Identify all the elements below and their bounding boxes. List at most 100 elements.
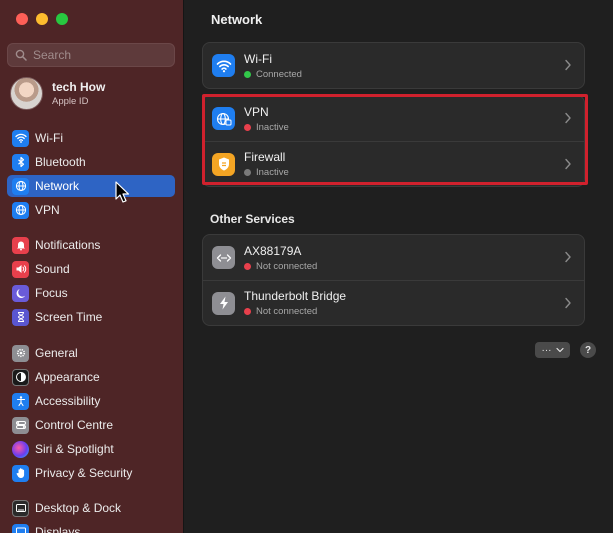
moon-icon: [12, 284, 29, 302]
vpn-firewall-card: VPN Inactive Firewall Inactive: [202, 95, 585, 187]
sidebar-item-label: Displays: [35, 525, 81, 533]
thunderbolt-icon: [212, 291, 235, 315]
more-actions-button[interactable]: ···: [535, 342, 570, 358]
sidebar-item-appearance[interactable]: Appearance: [7, 366, 175, 388]
avatar: [10, 77, 43, 110]
sidebar-item-label: General: [35, 346, 78, 360]
sidebar-item-label: Network: [35, 179, 80, 193]
other-services-heading: Other Services: [210, 212, 295, 226]
service-name: VPN: [244, 104, 269, 119]
chevron-down-icon: [555, 347, 564, 353]
sidebar-item-label: Privacy & Security: [35, 466, 133, 480]
globe-icon: [12, 177, 29, 195]
service-row-firewall[interactable]: Firewall Inactive: [203, 141, 584, 186]
hand-icon: [12, 464, 29, 482]
sidebar-item-privacy-security[interactable]: Privacy & Security: [7, 462, 175, 484]
firewall-icon: [212, 152, 235, 176]
account-name: tech How: [52, 80, 106, 94]
status-dot: [244, 70, 251, 78]
sidebar-item-label: Control Centre: [35, 418, 114, 432]
search-input[interactable]: [33, 48, 173, 62]
chevron-right-icon: [565, 158, 571, 170]
minimize-window-button[interactable]: [36, 13, 48, 25]
sidebar-item-label: Siri & Spotlight: [35, 442, 114, 456]
globe-icon: [12, 201, 29, 219]
sidebar-item-vpn[interactable]: VPN: [7, 199, 175, 221]
service-name: Thunderbolt Bridge: [244, 289, 347, 303]
chevron-right-icon: [565, 112, 571, 124]
service-name: AX88179A: [244, 243, 302, 258]
service-status: Inactive: [256, 167, 289, 178]
chevron-right-icon: [565, 59, 571, 71]
status-dot: [244, 262, 251, 270]
vpn-globe-icon: [212, 107, 235, 130]
sidebar-item-focus[interactable]: Focus: [7, 282, 175, 304]
sidebar-item-sound[interactable]: Sound: [7, 258, 175, 280]
search-box[interactable]: [7, 43, 175, 67]
search-icon: [15, 49, 27, 61]
sidebar-item-wifi[interactable]: Wi-Fi: [7, 127, 175, 149]
service-row-thunderbolt-bridge[interactable]: Thunderbolt Bridge Not connected: [203, 280, 584, 325]
sidebar-item-notifications[interactable]: Notifications: [7, 234, 175, 256]
wifi-card: Wi-Fi Connected: [202, 42, 585, 89]
sidebar-item-label: Wi-Fi: [35, 131, 63, 145]
sidebar-item-label: Appearance: [35, 370, 100, 384]
service-name: Firewall: [244, 150, 286, 164]
sidebar-item-screen-time[interactable]: Screen Time: [7, 306, 175, 328]
sidebar-item-desktop-dock[interactable]: Desktop & Dock: [7, 497, 175, 519]
sidebar-item-label: Accessibility: [35, 394, 101, 408]
service-status: Connected: [256, 68, 302, 80]
service-status: Not connected: [256, 306, 318, 317]
sidebar-item-bluetooth[interactable]: Bluetooth: [7, 151, 175, 173]
mouse-pointer-icon: [115, 181, 130, 203]
account-subtitle: Apple ID: [52, 96, 89, 107]
service-row-vpn[interactable]: VPN Inactive: [203, 96, 584, 141]
wifi-icon: [12, 129, 29, 147]
status-dot: [244, 169, 251, 176]
accessibility-icon: [12, 392, 29, 410]
help-button[interactable]: ?: [580, 342, 596, 358]
service-status: Inactive: [256, 121, 289, 133]
sidebar-item-label: Sound: [35, 262, 70, 276]
sidebar-item-general[interactable]: General: [7, 342, 175, 364]
service-row-wifi[interactable]: Wi-Fi Connected: [203, 43, 584, 88]
sidebar-item-label: Notifications: [35, 238, 101, 252]
maximize-window-button[interactable]: [56, 13, 68, 25]
more-actions-label: ···: [541, 344, 552, 356]
sidebar-item-label: Desktop & Dock: [35, 501, 122, 515]
sidebar-item-siri-spotlight[interactable]: Siri & Spotlight: [7, 438, 175, 460]
sidebar-item-displays[interactable]: Displays: [7, 521, 175, 533]
sidebar-item-label: Bluetooth: [35, 155, 86, 169]
chevron-right-icon: [565, 251, 571, 263]
bell-icon: [12, 236, 29, 254]
sidebar-item-label: VPN: [35, 203, 60, 217]
wifi-icon: [212, 54, 235, 77]
gear-icon: [12, 344, 29, 362]
appearance-icon: [12, 368, 29, 386]
window-controls: [16, 13, 68, 25]
sidebar-item-network[interactable]: Network: [7, 175, 175, 197]
page-title: Network: [211, 12, 263, 27]
sidebar: tech How Apple ID Wi-Fi Bluetooth Networ…: [0, 0, 184, 533]
service-row-ax88179a[interactable]: AX88179A Not connected: [203, 235, 584, 280]
speaker-icon: [12, 260, 29, 278]
other-services-card: AX88179A Not connected Thunderbolt Bridg…: [202, 234, 585, 326]
ethernet-icon: [212, 246, 235, 269]
sidebar-item-label: Focus: [35, 286, 68, 300]
chevron-right-icon: [565, 297, 571, 309]
siri-icon: [12, 440, 29, 458]
close-window-button[interactable]: [16, 13, 28, 25]
status-dot: [244, 123, 251, 131]
desktop-icon: [12, 499, 29, 517]
apple-id-account[interactable]: tech How Apple ID: [10, 77, 105, 110]
service-name: Wi-Fi: [244, 51, 272, 66]
service-status: Not connected: [256, 260, 318, 272]
sidebar-item-control-centre[interactable]: Control Centre: [7, 414, 175, 436]
display-icon: [12, 523, 29, 533]
sidebar-item-accessibility[interactable]: Accessibility: [7, 390, 175, 412]
sidebar-item-label: Screen Time: [35, 310, 103, 324]
bluetooth-icon: [12, 153, 29, 171]
control-centre-icon: [12, 416, 29, 434]
hourglass-icon: [12, 308, 29, 326]
network-pane: Network Wi-Fi Connected VPN Inactive Fir…: [185, 0, 613, 533]
